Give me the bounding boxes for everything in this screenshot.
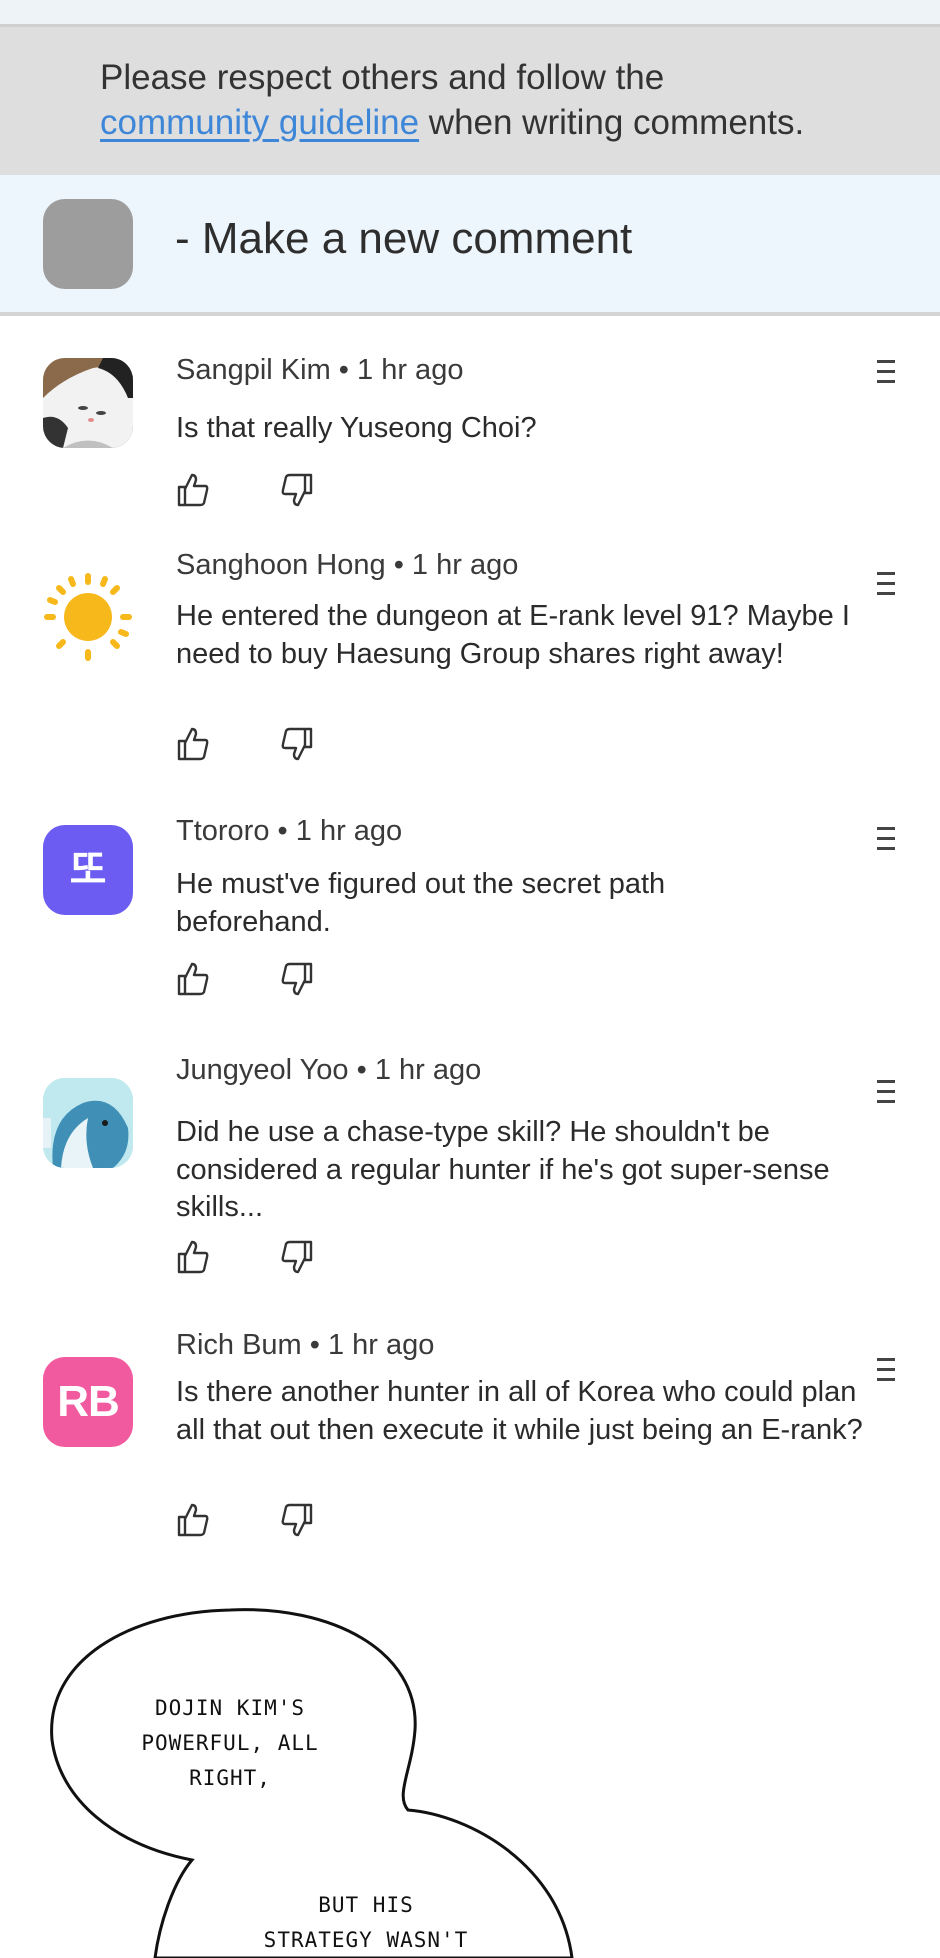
user-avatar-placeholder bbox=[43, 199, 133, 289]
comment-text: He entered the dungeon at E-rank level 9… bbox=[176, 600, 850, 670]
comment-time: 1 hr ago bbox=[374, 1054, 482, 1086]
comment-time: 1 hr ago bbox=[357, 354, 464, 386]
notice-line1: Please respect others and follow the bbox=[100, 58, 665, 97]
more-options-icon[interactable] bbox=[877, 1358, 895, 1394]
comment-author[interactable]: Jungyeol Yoo bbox=[176, 1054, 349, 1086]
comment-text: Did he use a chase-type skill? He should… bbox=[176, 1116, 830, 1223]
comment-text: Is there another hunter in all of Korea … bbox=[176, 1376, 863, 1446]
thumbs-up-icon[interactable] bbox=[176, 961, 210, 997]
thumbs-down-icon[interactable] bbox=[280, 1502, 314, 1538]
bubble-text-2: BUT HIS STRATEGY WASN'T bbox=[246, 1888, 486, 1958]
comment-author[interactable]: Rich Bum bbox=[176, 1329, 302, 1361]
comment-text: Is that really Yuseong Choi? bbox=[176, 412, 537, 444]
bubble-line: STRATEGY WASN'T bbox=[263, 1928, 469, 1952]
more-options-icon[interactable] bbox=[877, 360, 895, 396]
comment-author[interactable]: Ttororo bbox=[176, 815, 269, 847]
cat-avatar bbox=[43, 358, 133, 448]
comment-time: 1 hr ago bbox=[327, 1329, 435, 1361]
thumbs-up-icon[interactable] bbox=[176, 1502, 210, 1538]
thumbs-down-icon[interactable] bbox=[280, 961, 314, 997]
bubble-line: POWERFUL, ALL bbox=[141, 1731, 319, 1755]
initials-avatar: RB bbox=[43, 1357, 133, 1447]
comment-author[interactable]: Sanghoon Hong bbox=[176, 549, 386, 581]
thumbs-up-icon[interactable] bbox=[176, 472, 210, 508]
notice-line2: when writing comments. bbox=[419, 103, 805, 142]
comment-author[interactable]: Sangpil Kim bbox=[176, 354, 331, 386]
more-options-icon[interactable] bbox=[877, 1080, 895, 1116]
bubble-line: DOJIN KIM'S bbox=[154, 1696, 306, 1720]
bubble-line: RIGHT, bbox=[189, 1766, 271, 1790]
more-options-icon[interactable] bbox=[877, 827, 895, 863]
notice-text: Please respect others and follow the com… bbox=[100, 55, 900, 145]
community-notice: Please respect others and follow the com… bbox=[0, 27, 940, 175]
meta-separator: • bbox=[348, 1054, 375, 1086]
meta-separator: • bbox=[269, 815, 296, 847]
comment-time: 1 hr ago bbox=[295, 815, 403, 847]
more-options-icon[interactable] bbox=[877, 572, 895, 608]
letter-avatar: 또 bbox=[43, 825, 133, 915]
comment-meta: Sangpil Kim • 1 hr ago bbox=[176, 354, 463, 387]
thumbs-down-icon[interactable] bbox=[280, 726, 314, 762]
meta-separator: • bbox=[330, 354, 358, 386]
top-strip bbox=[0, 0, 940, 27]
comment-meta: Ttororo • 1 hr ago bbox=[176, 815, 402, 848]
new-comment-label[interactable]: - Make a new comment bbox=[175, 214, 632, 264]
comment-meta: Sanghoon Hong • 1 hr ago bbox=[176, 549, 518, 582]
community-guideline-link[interactable]: community guideline bbox=[100, 103, 419, 142]
comment-text: He must've figured out the secret path b… bbox=[176, 868, 666, 938]
meta-separator: • bbox=[301, 1329, 328, 1361]
comment-meta: Jungyeol Yoo • 1 hr ago bbox=[176, 1054, 481, 1087]
sun-avatar bbox=[43, 572, 133, 662]
whale-avatar bbox=[43, 1078, 133, 1168]
comment-meta: Rich Bum • 1 hr ago bbox=[176, 1329, 434, 1362]
thumbs-down-icon[interactable] bbox=[280, 472, 314, 508]
bubble-line: BUT HIS bbox=[318, 1893, 414, 1917]
thumbs-up-icon[interactable] bbox=[176, 726, 210, 762]
bubble-text-1: DOJIN KIM'S POWERFUL, ALL RIGHT, bbox=[120, 1691, 340, 1796]
thumbs-down-icon[interactable] bbox=[280, 1239, 314, 1275]
thumbs-up-icon[interactable] bbox=[176, 1239, 210, 1275]
comment-time: 1 hr ago bbox=[411, 549, 519, 581]
meta-separator: • bbox=[385, 549, 412, 581]
new-comment-bar[interactable]: - Make a new comment bbox=[0, 175, 940, 316]
